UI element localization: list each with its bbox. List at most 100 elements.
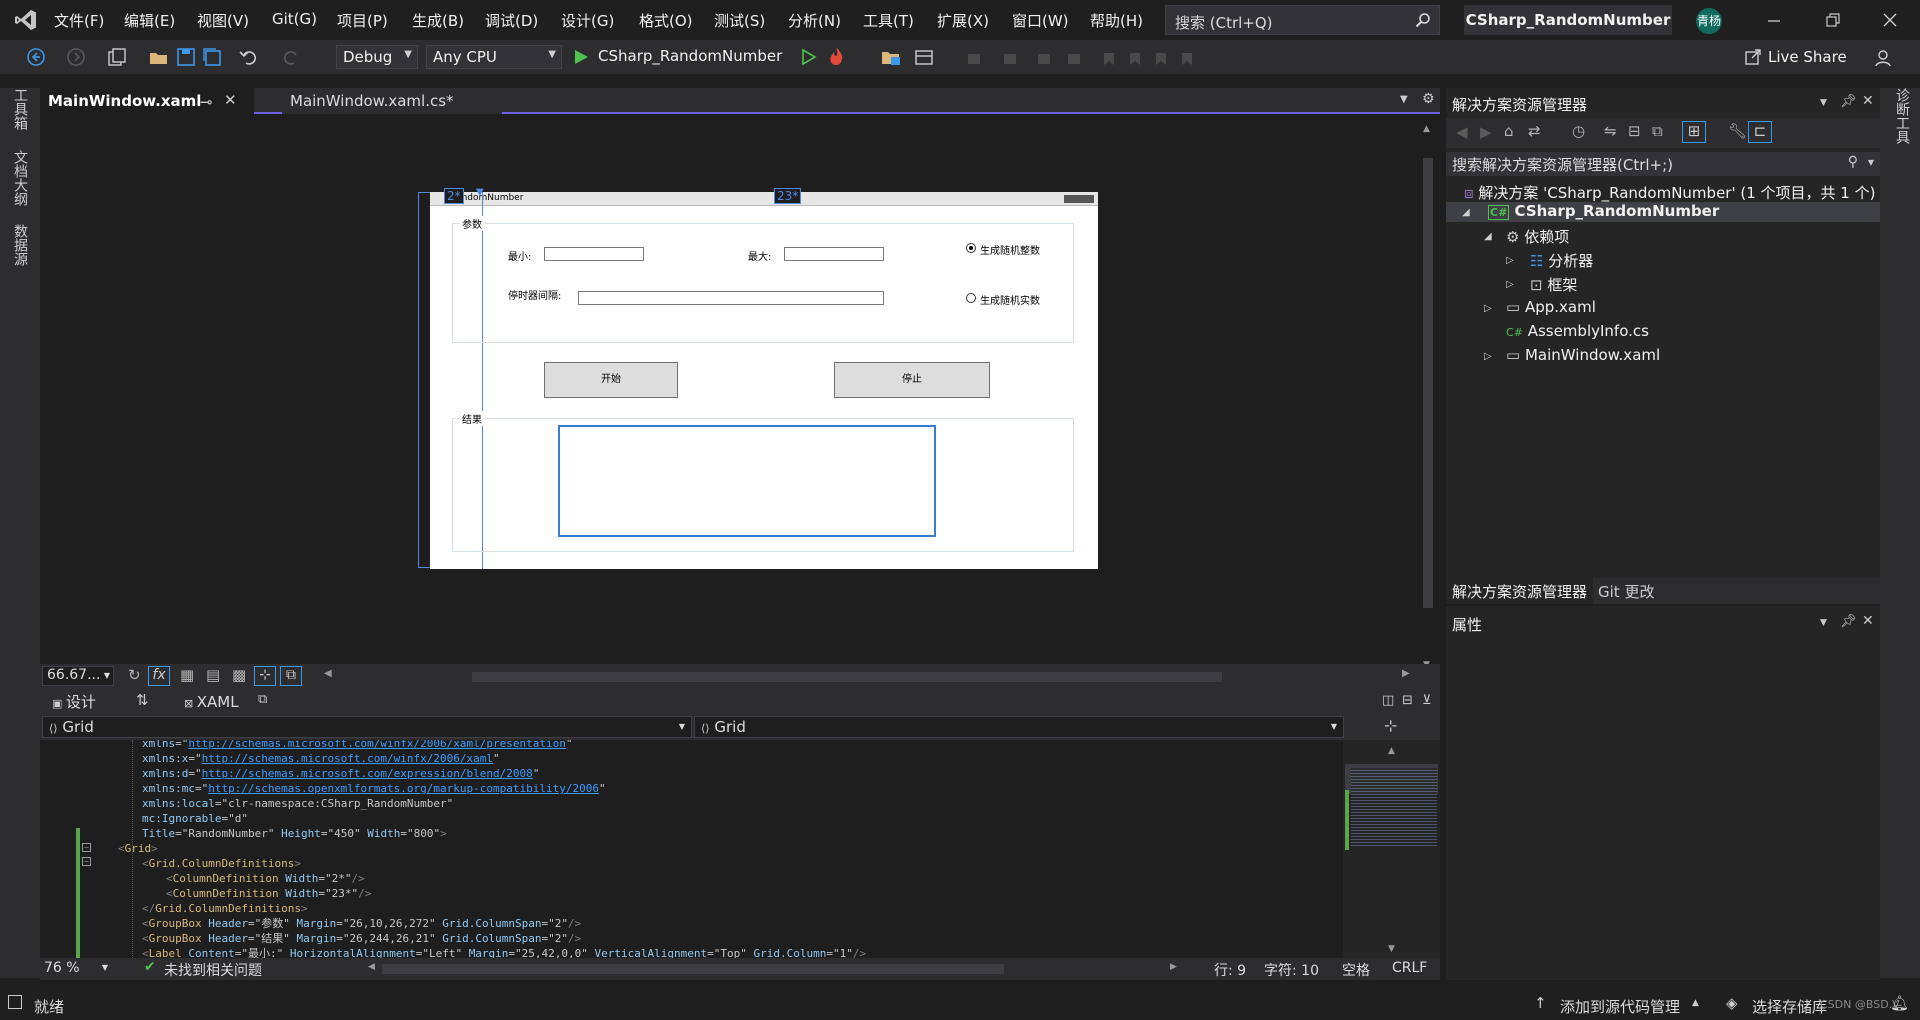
scroll-right-icon[interactable]: ▶ bbox=[1402, 668, 1410, 679]
tree-solution[interactable]: ⧈ 解决方案 'CSharp_RandomNumber' (1 个项目，共 1 … bbox=[1464, 182, 1875, 203]
forward-icon[interactable] bbox=[66, 47, 86, 67]
live-share-icon[interactable] bbox=[1744, 48, 1762, 66]
grid-icon[interactable]: ▦ bbox=[180, 668, 194, 683]
select-repository[interactable]: 选择存储库 bbox=[1752, 996, 1827, 1017]
user-avatar[interactable]: 青杨 bbox=[1696, 8, 1722, 34]
collapse-pane-icon[interactable]: ⊻ bbox=[1422, 693, 1432, 708]
redo-icon[interactable] bbox=[282, 47, 302, 67]
design-tab[interactable]: ▣ 设计 bbox=[52, 691, 96, 712]
tree-dependencies[interactable]: ⚙ 依赖项 bbox=[1506, 226, 1569, 247]
home-icon[interactable]: ⌂ bbox=[1504, 124, 1514, 139]
menu-item[interactable]: 扩展(X) bbox=[937, 10, 989, 31]
toolbox-icon[interactable] bbox=[914, 47, 934, 67]
menu-item[interactable]: 测试(S) bbox=[714, 10, 765, 31]
tab-list-dropdown-icon[interactable]: ▼ bbox=[1400, 94, 1408, 105]
menu-item[interactable]: 工具(T) bbox=[863, 10, 914, 31]
popout-xaml-icon[interactable]: ⧉ bbox=[258, 692, 267, 707]
run-target-label[interactable]: CSharp_RandomNumber bbox=[598, 47, 782, 65]
refresh-icon[interactable]: ↻ bbox=[128, 668, 141, 683]
collapsed-triangle-icon[interactable]: ▷ bbox=[1484, 351, 1492, 362]
minimize-button[interactable] bbox=[1764, 10, 1784, 30]
stop-button[interactable]: 停止 bbox=[834, 362, 990, 398]
fx-effects-icon[interactable]: fx bbox=[148, 666, 170, 686]
run-without-debug-icon[interactable] bbox=[800, 48, 818, 66]
back-icon[interactable]: ◀ bbox=[1456, 125, 1468, 140]
config-select[interactable]: Debug ▼ bbox=[336, 45, 418, 69]
issues-status[interactable]: 未找到相关问题 bbox=[164, 960, 262, 980]
forward-icon[interactable]: ▶ bbox=[1480, 125, 1492, 140]
menu-item[interactable]: 生成(B) bbox=[412, 10, 464, 31]
collapsed-triangle-icon[interactable]: ▷ bbox=[1506, 255, 1514, 266]
radio-real[interactable] bbox=[966, 293, 976, 303]
collapsed-triangle-icon[interactable]: ▷ bbox=[1484, 303, 1492, 314]
side-tab-document-outline[interactable]: 文档大纲 bbox=[10, 150, 30, 206]
close-panel-icon[interactable]: ✕ bbox=[1862, 93, 1874, 109]
close-panel-icon[interactable]: ✕ bbox=[1862, 613, 1874, 629]
vs-logo-icon[interactable] bbox=[14, 8, 38, 32]
switch-views-icon[interactable]: ⇄ bbox=[1528, 124, 1541, 139]
platform-select[interactable]: Any CPU ▼ bbox=[426, 45, 562, 69]
column-marker-1[interactable]: 2* bbox=[444, 188, 464, 204]
wpf-window-preview[interactable]: RandomNumber 参数 最小: 最大: 生成随机整数 停时器间隔: 生成… bbox=[430, 192, 1098, 569]
scroll-thumb[interactable] bbox=[1423, 158, 1433, 608]
collapsed-triangle-icon[interactable]: ▷ bbox=[1506, 279, 1514, 290]
vertical-scrollbar[interactable]: ▲ ▼ bbox=[1420, 124, 1436, 670]
xaml-tab[interactable]: ⊠ XAML bbox=[184, 693, 239, 711]
line-endings[interactable]: CRLF bbox=[1392, 960, 1427, 976]
side-tab-data-sources[interactable]: 数据源 bbox=[10, 224, 30, 266]
element-nav-right[interactable]: ⟨⟩ Grid ▼ bbox=[694, 716, 1344, 738]
editor-zoom-select[interactable]: 76 % ▼ bbox=[40, 960, 112, 978]
tab-git-changes[interactable]: Git 更改 bbox=[1598, 581, 1654, 602]
collapse-all-icon[interactable]: ⊟ bbox=[1628, 124, 1641, 139]
live-share-button[interactable]: Live Share bbox=[1768, 48, 1847, 66]
artboard-bg-icon[interactable]: ▩ bbox=[232, 668, 246, 683]
horizontal-scrollbar-thumb[interactable] bbox=[472, 672, 1222, 682]
new-project-icon[interactable] bbox=[106, 47, 128, 67]
add-to-source-control[interactable]: 添加到源代码管理 bbox=[1560, 996, 1680, 1017]
menu-item[interactable]: 调试(D) bbox=[485, 10, 538, 31]
vertical-split-icon[interactable]: ◫ bbox=[1382, 693, 1394, 708]
solution-search-box[interactable]: 搜索解决方案资源管理器(Ctrl+;) ⚲ ▼ bbox=[1446, 152, 1880, 176]
pin-icon[interactable]: 📌︎ bbox=[1840, 614, 1857, 629]
back-icon[interactable] bbox=[26, 47, 46, 67]
start-button[interactable]: 开始 bbox=[544, 362, 678, 398]
scroll-left-icon[interactable]: ◀ bbox=[368, 962, 375, 972]
swap-panes-icon[interactable]: ⇅ bbox=[136, 691, 149, 709]
panel-dropdown-icon[interactable]: ▼ bbox=[1820, 98, 1827, 108]
save-icon[interactable] bbox=[176, 47, 196, 67]
close-tab-icon[interactable]: ✕ bbox=[224, 91, 237, 109]
menu-item[interactable]: 项目(P) bbox=[337, 10, 388, 31]
collapse-marker-icon[interactable]: − bbox=[82, 857, 91, 866]
snap-lines-icon[interactable]: ⊹ bbox=[254, 666, 276, 686]
menu-item[interactable]: 格式(O) bbox=[639, 10, 693, 31]
whitespace-mode[interactable]: 空格 bbox=[1342, 960, 1370, 980]
side-tab-toolbox[interactable]: 工具箱 bbox=[10, 88, 30, 130]
menu-item[interactable]: 文件(F) bbox=[54, 10, 104, 31]
textbox-max[interactable] bbox=[784, 247, 884, 261]
menu-item[interactable]: 视图(V) bbox=[197, 10, 249, 31]
close-window-button[interactable] bbox=[1880, 10, 1900, 30]
pending-changes-icon[interactable]: ◷ bbox=[1572, 124, 1585, 139]
solution-explorer-icon[interactable] bbox=[880, 47, 902, 67]
search-box[interactable]: 搜索 (Ctrl+Q) bbox=[1165, 5, 1440, 35]
radio-int[interactable] bbox=[966, 243, 976, 253]
xaml-code-editor[interactable]: − − xmlns="http://schemas.microsoft.com/… bbox=[40, 740, 1343, 958]
line-number[interactable]: 行: 9 bbox=[1214, 960, 1246, 980]
textbox-timer[interactable] bbox=[578, 291, 884, 305]
tree-analyzers[interactable]: ☷ 分析器 bbox=[1530, 250, 1593, 271]
snap-grid-icon[interactable]: ▤ bbox=[206, 668, 220, 683]
scroll-left-icon[interactable]: ◀ bbox=[324, 668, 332, 679]
pin-icon[interactable]: ⊸ bbox=[200, 93, 213, 111]
tab-mainwindow-xaml-cs[interactable]: MainWindow.xaml.cs* bbox=[282, 88, 502, 114]
undo-icon[interactable] bbox=[238, 47, 258, 67]
result-textbox-selected[interactable] bbox=[558, 425, 936, 537]
chevron-down-icon[interactable]: ▼ bbox=[1868, 158, 1874, 167]
panel-dropdown-icon[interactable]: ▼ bbox=[1820, 618, 1827, 628]
open-folder-icon[interactable] bbox=[148, 47, 170, 67]
expanded-triangle-icon[interactable]: ◢ bbox=[1462, 207, 1470, 218]
pin-icon[interactable]: 📌︎ bbox=[1840, 94, 1857, 109]
menu-item[interactable]: 分析(N) bbox=[788, 10, 841, 31]
tree-assemblyinfo[interactable]: C# AssemblyInfo.cs bbox=[1506, 322, 1649, 340]
properties-wrench-icon[interactable]: 🔧︎ bbox=[1728, 124, 1747, 139]
settings-gear-icon[interactable]: ⚙ bbox=[1422, 91, 1435, 107]
